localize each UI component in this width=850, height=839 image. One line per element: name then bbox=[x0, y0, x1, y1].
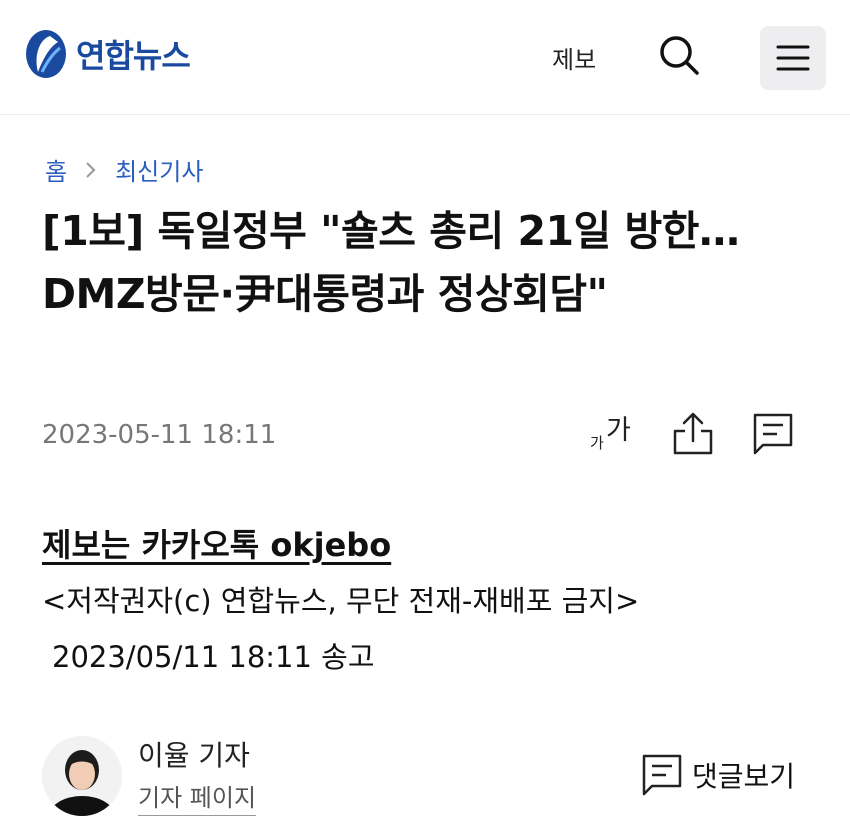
article-datetime: 2023-05-11 18:11 bbox=[42, 420, 277, 450]
author-section: 이율 기자 기자 페이지 댓글보기 bbox=[42, 734, 822, 824]
send-time: 2023/05/11 18:11 송고 bbox=[52, 640, 375, 674]
search-icon bbox=[660, 36, 699, 75]
article-title: [1보] 독일정부 "숄츠 총리 21일 방한…DMZ방문·尹대통령과 정상회담… bbox=[42, 207, 740, 318]
reporter-name: 이율 기자 bbox=[138, 739, 250, 772]
article-tools: 가 가 bbox=[588, 408, 796, 460]
comment-icon bbox=[753, 413, 793, 455]
view-comments-button[interactable]: 댓글보기 bbox=[640, 752, 795, 798]
menu-button[interactable] bbox=[760, 26, 826, 90]
copyright-notice: <저작권자(c) 연합뉴스, 무단 전재-재배포 금지> bbox=[42, 584, 640, 618]
reporter-photo bbox=[42, 736, 122, 816]
tip-link[interactable]: 제보 bbox=[552, 40, 596, 75]
kakao-tip-link[interactable]: 제보는 카카오톡 okjebo bbox=[42, 520, 391, 566]
view-comments-label: 댓글보기 bbox=[692, 760, 796, 793]
search-button[interactable] bbox=[654, 30, 704, 80]
breadcrumb-section[interactable]: 최신기사 bbox=[115, 152, 203, 187]
hamburger-menu-icon bbox=[776, 45, 810, 71]
comment-button[interactable] bbox=[750, 409, 796, 459]
comment-icon bbox=[642, 754, 682, 796]
breadcrumb: 홈 최신기사 bbox=[45, 152, 203, 187]
share-icon bbox=[673, 412, 713, 455]
breadcrumb-home[interactable]: 홈 bbox=[45, 152, 67, 187]
top-header: 연합뉴스 제보 bbox=[0, 0, 850, 115]
font-size-button[interactable]: 가 가 bbox=[588, 408, 636, 460]
font-size-large-icon: 가 bbox=[606, 415, 631, 446]
yonhap-logo-icon bbox=[26, 30, 66, 78]
reporter-avatar[interactable] bbox=[42, 736, 122, 816]
font-size-small-icon: 가 bbox=[590, 434, 604, 452]
share-button[interactable] bbox=[670, 409, 716, 459]
yonhap-logo[interactable]: 연합뉴스 bbox=[24, 28, 191, 80]
logo-text: 연합뉴스 bbox=[76, 37, 191, 75]
reporter-page-link[interactable]: 기자 페이지 bbox=[138, 778, 257, 816]
chevron-right-icon bbox=[85, 160, 97, 180]
